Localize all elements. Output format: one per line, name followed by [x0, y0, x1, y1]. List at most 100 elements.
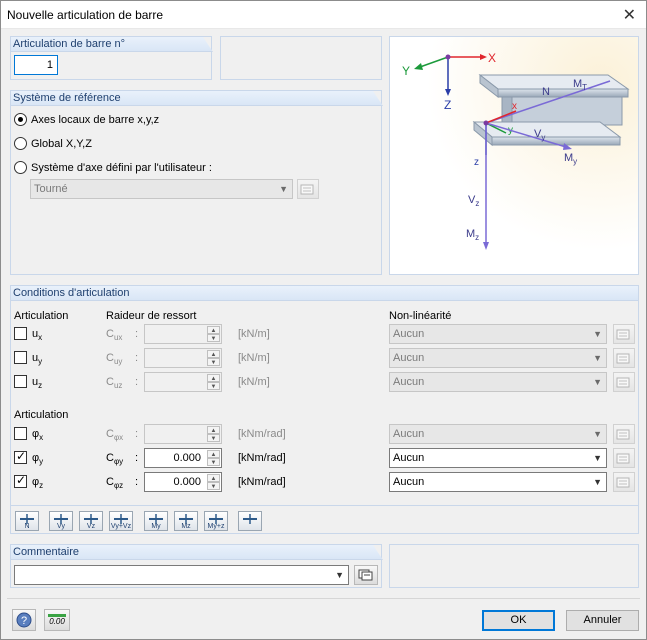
- spring-value-input[interactable]: ▲ ▼: [144, 348, 222, 368]
- spin-up-icon[interactable]: ▲: [207, 326, 220, 334]
- nonlinearity-select[interactable]: Aucun ▼: [389, 372, 607, 392]
- spinner[interactable]: ▲ ▼: [207, 374, 220, 390]
- user-axis-select-value: Tourné: [34, 183, 68, 195]
- nonlinearity-edit-button[interactable]: [613, 372, 635, 392]
- spinner[interactable]: ▲ ▼: [207, 450, 220, 466]
- nonlinearity-select[interactable]: Aucun ▼: [389, 472, 607, 492]
- mymz-release-button[interactable]: My+z: [204, 511, 228, 531]
- spring-value-input[interactable]: 0.000 ▲ ▼: [144, 448, 222, 468]
- spinner[interactable]: ▲ ▼: [207, 326, 220, 342]
- nonlinearity-value: Aucun: [393, 376, 425, 388]
- radio-global-axes-label: Global X,Y,Z: [31, 137, 92, 150]
- spring-value-input[interactable]: ▲ ▼: [144, 424, 222, 444]
- spring-value-input[interactable]: ▲ ▼: [144, 372, 222, 392]
- spin-down-icon[interactable]: ▼: [207, 382, 220, 390]
- chevron-down-icon: ▼: [593, 429, 602, 439]
- radio-global-axes-dot[interactable]: [14, 137, 27, 150]
- unit-label: [kNm/rad]: [238, 452, 286, 464]
- chevron-down-icon: ▼: [335, 570, 344, 580]
- edit-list-icon: [616, 429, 630, 440]
- nonlinearity-value: Aucun: [393, 328, 425, 340]
- nonlinearity-edit-button[interactable]: [613, 472, 635, 492]
- cancel-button[interactable]: Annuler: [566, 610, 639, 631]
- spin-down-icon[interactable]: ▼: [207, 458, 220, 466]
- hinge-checkbox-0[interactable]: [14, 327, 27, 340]
- vyvz-release-button[interactable]: Vy+Vz: [109, 511, 133, 531]
- hinge-conditions-group: Conditions d'articulation Articulation R…: [10, 285, 639, 534]
- user-axis-edit-button[interactable]: [297, 179, 319, 199]
- unit-label: [kNm/rad]: [238, 476, 286, 488]
- radio-local-axes-dot[interactable]: [14, 113, 27, 126]
- nonlinearity-edit-button[interactable]: [613, 348, 635, 368]
- hinge-checkbox-4[interactable]: [14, 450, 27, 464]
- spinner[interactable]: ▲ ▼: [207, 350, 220, 366]
- spring-constant-label: Cux: [106, 328, 123, 343]
- svg-text:?: ?: [21, 615, 27, 627]
- radio-local-axes[interactable]: Axes locaux de barre x,y,z: [14, 113, 159, 126]
- close-icon[interactable]: ✕: [623, 5, 636, 25]
- units-button[interactable]: 0.00: [44, 609, 70, 631]
- reference-system-header: Système de référence: [11, 91, 383, 106]
- spin-down-icon[interactable]: ▼: [207, 358, 220, 366]
- help-button[interactable]: ?: [12, 609, 36, 631]
- spinner[interactable]: ▲ ▼: [207, 474, 220, 490]
- hinge-checkbox-3[interactable]: [14, 427, 27, 440]
- user-axis-select[interactable]: Tourné ▼: [30, 179, 293, 199]
- nonlinearity-select[interactable]: Aucun ▼: [389, 448, 607, 468]
- radio-user-axes[interactable]: Système d'axe défini par l'utilisateur :: [14, 161, 212, 174]
- reset-release-button[interactable]: [238, 511, 262, 531]
- footer-separator: [7, 598, 640, 599]
- my-release-button[interactable]: My: [144, 511, 168, 531]
- hinge-number-input[interactable]: 1: [14, 55, 58, 75]
- member-diagram-panel: X Y Z N MT x y z Vy My Vz Mz: [389, 36, 639, 275]
- spin-up-icon[interactable]: ▲: [207, 474, 220, 482]
- dialog-window: Nouvelle articulation de barre ✕ Articul…: [0, 0, 647, 640]
- tool-button-label: My: [151, 523, 161, 530]
- global-z-label: Z: [444, 98, 451, 112]
- spin-up-icon[interactable]: ▲: [207, 350, 220, 358]
- radio-user-axes-dot[interactable]: [14, 161, 27, 174]
- spin-up-icon[interactable]: ▲: [207, 426, 220, 434]
- hinge-release-icon: [243, 514, 257, 524]
- spring-value-input[interactable]: ▲ ▼: [144, 324, 222, 344]
- hinge-description-box: [220, 36, 382, 80]
- nonlinearity-select[interactable]: Aucun ▼: [389, 324, 607, 344]
- hinge-checkbox-5[interactable]: [14, 474, 27, 488]
- hinge-checkbox-1[interactable]: [14, 351, 27, 364]
- dialog-title: Nouvelle articulation de barre: [7, 8, 164, 22]
- nonlinearity-edit-button[interactable]: [613, 324, 635, 344]
- title-bar: Nouvelle articulation de barre ✕: [1, 1, 646, 29]
- tool-button-label: Vy: [57, 523, 65, 530]
- comment-input[interactable]: ▼: [14, 565, 349, 585]
- nonlinearity-select[interactable]: Aucun ▼: [389, 348, 607, 368]
- unit-label: [kN/m]: [238, 328, 270, 340]
- radio-local-axes-label: Axes locaux de barre x,y,z: [31, 113, 160, 126]
- nonlinearity-value: Aucun: [393, 476, 425, 488]
- comment-library-button[interactable]: [354, 565, 378, 585]
- library-icon: [358, 569, 373, 581]
- spin-down-icon[interactable]: ▼: [207, 482, 220, 490]
- spinner[interactable]: ▲ ▼: [207, 426, 220, 442]
- nonlinearity-edit-button[interactable]: [613, 448, 635, 468]
- vz-release-button[interactable]: Vz: [79, 511, 103, 531]
- vy-release-button[interactable]: Vy: [49, 511, 73, 531]
- spin-down-icon[interactable]: ▼: [207, 434, 220, 442]
- edit-list-icon: [616, 377, 630, 388]
- hinge-checkbox-2[interactable]: [14, 375, 27, 388]
- dof-label: uz: [32, 376, 43, 391]
- mz-release-button[interactable]: Mz: [174, 511, 198, 531]
- unit-label: [kNm/rad]: [238, 428, 286, 440]
- spin-down-icon[interactable]: ▼: [207, 334, 220, 342]
- ok-button[interactable]: OK: [482, 610, 555, 631]
- spin-up-icon[interactable]: ▲: [207, 374, 220, 382]
- tool-button-label: Mz: [181, 523, 191, 530]
- radio-global-axes[interactable]: Global X,Y,Z: [14, 137, 92, 150]
- spin-up-icon[interactable]: ▲: [207, 450, 220, 458]
- nonlinearity-edit-button[interactable]: [613, 424, 635, 444]
- spring-value-input[interactable]: 0.000 ▲ ▼: [144, 472, 222, 492]
- global-x-label: X: [488, 51, 496, 65]
- n-release-button[interactable]: N: [15, 511, 39, 531]
- nonlinearity-select[interactable]: Aucun ▼: [389, 424, 607, 444]
- nonlinearity-value: Aucun: [393, 428, 425, 440]
- tool-button-label: Vz: [86, 523, 96, 530]
